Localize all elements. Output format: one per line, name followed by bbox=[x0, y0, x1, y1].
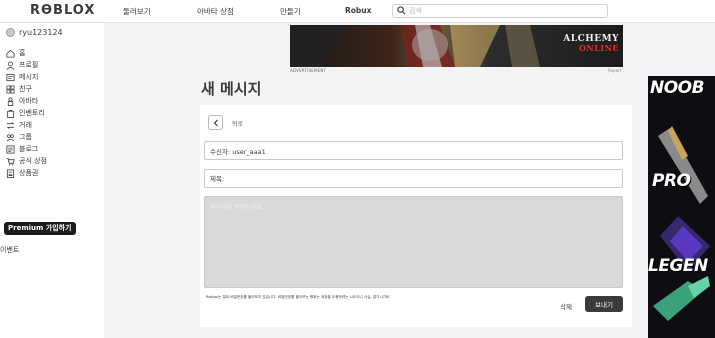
compose-message-card: 뒤로 Roblox는 절대 비밀번호를 물어보지 않습니다. 비밀번호를 물어보… bbox=[200, 105, 632, 327]
sidebar-item-messages[interactable]: 메시지 bbox=[6, 72, 38, 82]
sidebar-item-blog[interactable]: 블로그 bbox=[6, 144, 38, 154]
profile-icon bbox=[6, 61, 15, 70]
sidebar-item-gift-cards[interactable]: 상품권 bbox=[6, 168, 38, 178]
back-button[interactable] bbox=[208, 115, 223, 130]
sidebar-item-avatar[interactable]: 아바타 bbox=[6, 96, 38, 106]
ad-title-line2: ONLINE bbox=[578, 43, 619, 53]
sidebar-item-official-shop[interactable]: 공식 상점 bbox=[6, 156, 47, 166]
sidebar-item-home[interactable]: 홈 bbox=[6, 48, 25, 58]
subject-field[interactable] bbox=[204, 169, 623, 188]
friends-icon bbox=[6, 85, 15, 93]
skyscraper-ad[interactable]: NOOB PRO LEGEN bbox=[648, 76, 715, 338]
message-body-textarea[interactable] bbox=[204, 196, 623, 288]
sidebar-item-label: 상품권 bbox=[19, 169, 39, 177]
roblox-logo[interactable]: RƟBLOX bbox=[30, 3, 95, 18]
messages-icon bbox=[6, 73, 15, 81]
trade-icon bbox=[6, 121, 15, 129]
send-button[interactable]: 보내기 bbox=[585, 296, 623, 312]
avatar bbox=[6, 28, 15, 37]
username-label: ryu123124 bbox=[19, 28, 63, 37]
search-icon bbox=[397, 6, 406, 15]
sidebar-item-trade[interactable]: 거래 bbox=[6, 120, 32, 130]
nav-discover[interactable]: 둘러보기 bbox=[123, 6, 151, 17]
page-title: 새 메시지 bbox=[201, 80, 262, 98]
chevron-left-icon bbox=[213, 119, 218, 126]
sidebar-item-friends[interactable]: 친구 bbox=[6, 84, 32, 94]
recipient-field[interactable] bbox=[204, 141, 623, 160]
safety-notice: Roblox는 절대 비밀번호를 물어보지 않습니다. 비밀번호를 물어보는 행… bbox=[206, 295, 391, 299]
sidebar-item-inventory[interactable]: 인벤토리 bbox=[6, 108, 45, 118]
home-icon bbox=[6, 49, 15, 58]
nav-avatar-shop[interactable]: 아바타 상점 bbox=[197, 6, 234, 17]
sidebar-item-groups[interactable]: 그룹 bbox=[6, 132, 32, 142]
search-box[interactable] bbox=[392, 4, 608, 18]
sidebar-item-label: 블로그 bbox=[19, 145, 39, 153]
inventory-icon bbox=[6, 109, 15, 118]
left-sidebar: ryu123124 홈 프로필 메시지 친구 아바타 인벤토리 거래 그룹 블로… bbox=[0, 23, 104, 338]
ad-report-link[interactable]: Report bbox=[608, 68, 621, 73]
sidebar-item-label: 공식 상점 bbox=[19, 157, 47, 165]
sidebar-item-events[interactable]: 이벤트 bbox=[0, 245, 19, 255]
sidebar-item-profile[interactable]: 프로필 bbox=[6, 60, 38, 70]
search-input[interactable] bbox=[409, 5, 599, 17]
premium-join-button[interactable]: Premium 가입하기 bbox=[4, 222, 76, 235]
delete-button[interactable]: 삭제 bbox=[560, 301, 572, 311]
avatar-icon bbox=[7, 96, 14, 106]
sidebar-item-label: 홈 bbox=[19, 49, 26, 57]
blog-icon bbox=[6, 144, 15, 154]
sidebar-item-label: 거래 bbox=[19, 121, 32, 129]
ad-word-noob: NOOB bbox=[650, 78, 705, 98]
sidebar-item-label: 아바타 bbox=[19, 97, 39, 105]
nav-create[interactable]: 만들기 bbox=[280, 6, 301, 17]
ad-word-legen: LEGEN bbox=[648, 256, 708, 276]
sidebar-item-label: 친구 bbox=[19, 85, 32, 93]
sidebar-item-label: 메시지 bbox=[19, 73, 39, 81]
sidebar-user[interactable]: ryu123124 bbox=[6, 28, 63, 37]
sidebar-item-label: 인벤토리 bbox=[19, 109, 45, 117]
ad-title: ALCHEMY ONLINE bbox=[563, 35, 619, 53]
nav-robux[interactable]: Robux bbox=[345, 6, 371, 15]
top-navigation-bar: RƟBLOX 둘러보기 아바타 상점 만들기 Robux bbox=[0, 0, 715, 23]
ad-word-pro: PRO bbox=[652, 171, 691, 191]
back-label[interactable]: 뒤로 bbox=[232, 119, 243, 128]
gift-card-icon bbox=[6, 168, 15, 178]
sidebar-item-label: 그룹 bbox=[19, 133, 32, 141]
advertisement-label: ADVERTISEMENT bbox=[290, 68, 327, 73]
sidebar-item-label: 프로필 bbox=[19, 61, 39, 69]
groups-icon bbox=[6, 133, 15, 141]
shop-icon bbox=[6, 157, 15, 165]
ad-banner-alchemy-online[interactable]: ALCHEMY ONLINE bbox=[290, 25, 623, 67]
ad-weapon-artwork bbox=[648, 76, 715, 338]
